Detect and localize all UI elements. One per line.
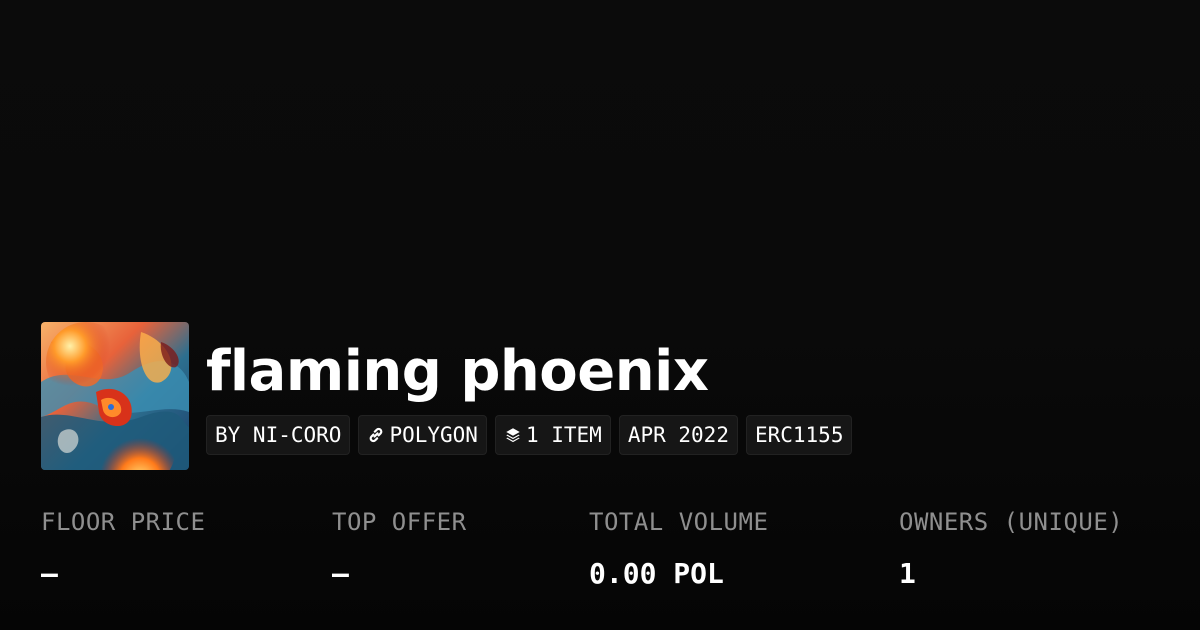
top-offer-label: TOP OFFER: [332, 508, 467, 536]
phoenix-artwork-icon: [41, 322, 189, 470]
chain-chip[interactable]: POLYGON: [358, 415, 487, 455]
date-chip: APR 2022: [618, 415, 738, 455]
top-offer-stat: TOP OFFER –: [332, 506, 467, 592]
total-volume-stat: TOTAL VOLUME 0.00 POL: [589, 506, 768, 592]
items-chip: 1 ITEM: [494, 415, 611, 455]
layers-icon: [504, 426, 522, 444]
collection-title: flaming phoenix: [206, 339, 709, 404]
collection-image: [41, 322, 189, 470]
collection-meta-chips: BY NI-CORO POLYGON 1 ITEM APR 2022 ERC11…: [206, 415, 853, 455]
collection-card: flaming phoenix BY NI-CORO POLYGON 1 ITE…: [0, 0, 1200, 630]
chain-label: POLYGON: [389, 423, 478, 447]
owners-stat: OWNERS (UNIQUE) 1: [899, 506, 1123, 592]
floor-price-stat: FLOOR PRICE –: [41, 506, 205, 592]
date-label: APR 2022: [627, 423, 729, 447]
floor-price-label: FLOOR PRICE: [41, 508, 206, 536]
creator-label: BY NI-CORO: [215, 423, 342, 447]
top-offer-value: –: [332, 557, 349, 590]
standard-label: ERC1155: [754, 423, 844, 447]
floor-price-value: –: [41, 557, 58, 590]
total-volume-label: TOTAL VOLUME: [589, 508, 769, 536]
standard-chip: ERC1155: [745, 415, 853, 455]
creator-chip[interactable]: BY NI-CORO: [206, 415, 351, 455]
link-icon: [367, 426, 385, 444]
total-volume-value: 0.00 POL: [589, 557, 724, 590]
owners-label: OWNERS (UNIQUE): [899, 508, 1124, 536]
owners-value: 1: [899, 557, 916, 590]
items-label: 1 ITEM: [525, 423, 602, 447]
